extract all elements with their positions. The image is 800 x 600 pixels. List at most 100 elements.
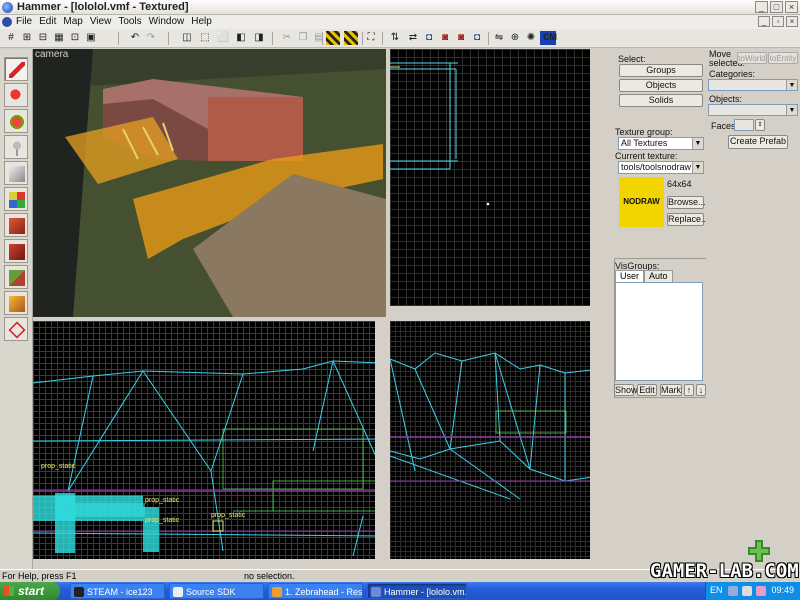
texture-group-select[interactable]: All Textures ▼ (618, 137, 704, 150)
maximize-button[interactable]: □ (770, 1, 783, 13)
objects-select[interactable]: ▼ (708, 104, 798, 116)
helpers-icon[interactable]: ⊡ (68, 31, 82, 45)
grid-3d-icon[interactable]: ▦ (52, 31, 66, 45)
taskbar: start STEAM - ice123 Source SDK 1. Zebra… (0, 582, 800, 600)
visgroup-edit-button[interactable]: Edit (637, 384, 657, 396)
visgroup-down-button[interactable]: ↓ (696, 384, 706, 396)
menu-file[interactable]: File (16, 16, 32, 27)
menu-view[interactable]: View (90, 16, 112, 27)
tray-app-icon[interactable] (756, 586, 766, 596)
faces-input[interactable] (734, 119, 754, 131)
menu-map[interactable]: Map (63, 16, 82, 27)
decal-tool[interactable] (4, 239, 28, 263)
entity-tool[interactable] (4, 135, 28, 159)
windows-logo-icon (4, 586, 14, 596)
browse-button[interactable]: Browse... (667, 196, 706, 209)
taskbar-item-source-sdk[interactable]: Source SDK (169, 583, 264, 599)
to-world-button[interactable]: toWorld (737, 52, 767, 64)
view-3d-icon[interactable]: ◘ (470, 31, 484, 45)
to-entity-button[interactable]: toEntity (768, 52, 798, 64)
clipping-tool[interactable] (4, 291, 28, 315)
toggle-groups-icon[interactable]: ⇄ (406, 31, 420, 45)
ungroup-icon[interactable]: ⬜ (216, 31, 230, 45)
redo-icon[interactable]: ↷ (144, 31, 158, 45)
select-groups-button[interactable]: Groups (619, 64, 703, 77)
cordon-mode-label[interactable]: CM (543, 32, 557, 42)
document-icon[interactable] (2, 17, 12, 27)
taskbar-item-hammer[interactable]: Hammer - [lololo.vm... (367, 583, 467, 599)
create-prefab-button[interactable]: Create Prefab (728, 135, 788, 149)
current-texture-select[interactable]: tools/toolsnodraw ▼ (618, 161, 704, 174)
title-bar[interactable]: Hammer - [lololol.vmf - Textured] _ □ × (0, 0, 800, 15)
texture-application-tool[interactable] (4, 187, 28, 211)
categories-select[interactable]: ▼ (708, 79, 798, 91)
magnify-icon (9, 88, 25, 104)
camera-viewport[interactable]: camera (33, 49, 386, 317)
select-all-icon[interactable]: ⛶ (364, 31, 378, 45)
visgroup-mark-button[interactable]: Mark (660, 384, 682, 396)
close-button[interactable]: × (785, 1, 798, 13)
hammer-icon (371, 587, 381, 597)
view-2d-y-icon[interactable]: ◙ (438, 31, 452, 45)
view-2d-x-icon[interactable]: ◘ (422, 31, 436, 45)
doc-close-button[interactable]: × (786, 16, 798, 27)
tray-network-icon[interactable] (728, 586, 738, 596)
minimize-button[interactable]: _ (755, 1, 768, 13)
menu-window[interactable]: Window (149, 16, 185, 27)
taskbar-item-media-player[interactable]: 1. Zebrahead - Rescu... (268, 583, 363, 599)
grid-icon[interactable]: # (4, 31, 18, 45)
group-icon[interactable]: ⬚ (198, 31, 212, 45)
run-map-icon[interactable]: ⊕ (508, 31, 522, 45)
hide-icon[interactable]: ◧ (234, 31, 248, 45)
copy-icon[interactable]: ❐ (296, 31, 310, 45)
magnify-tool[interactable] (4, 83, 28, 107)
entity-report-icon[interactable]: ✺ (524, 31, 538, 45)
visgroup-up-button[interactable]: ↑ (684, 384, 694, 396)
menu-tools[interactable]: Tools (118, 16, 141, 27)
front-view-wireframe (390, 352, 600, 500)
faces-spinner[interactable]: ⇕ (755, 119, 765, 131)
camera-label: camera (35, 49, 69, 60)
tray-volume-icon[interactable] (742, 586, 752, 596)
apply-texture-tool[interactable] (4, 213, 28, 237)
block-tool[interactable] (4, 161, 28, 185)
menu-help[interactable]: Help (191, 16, 212, 27)
grid-smaller-icon[interactable]: ⊞ (20, 31, 34, 45)
compile-icon[interactable]: ⇋ (492, 31, 506, 45)
doc-restore-button[interactable]: ▫ (772, 16, 784, 27)
texture-lock-icon[interactable] (326, 31, 340, 45)
visgroups-list[interactable] (615, 282, 703, 381)
menu-edit[interactable]: Edit (39, 16, 56, 27)
snap-icon[interactable]: ▣ (84, 31, 98, 45)
replace-button[interactable]: Replace... (667, 213, 709, 226)
camera-tool[interactable] (4, 109, 28, 133)
view-2d-z-icon[interactable]: ◙ (454, 31, 468, 45)
select-label: Select: (618, 54, 646, 64)
top-2d-viewport[interactable] (390, 49, 600, 306)
task-label: STEAM - ice123 (87, 587, 153, 597)
visgroup-show-button[interactable]: Show (614, 384, 638, 396)
grid-larger-icon[interactable]: ⊟ (36, 31, 50, 45)
carve-icon[interactable]: ◫ (180, 31, 194, 45)
flip-icon[interactable]: ⇅ (388, 31, 402, 45)
language-indicator[interactable]: EN (710, 585, 723, 595)
start-button[interactable]: start (0, 582, 60, 600)
unhide-icon[interactable]: ◨ (252, 31, 266, 45)
cut-icon[interactable]: ✂ (280, 31, 294, 45)
select-objects-button[interactable]: Objects (619, 79, 703, 92)
gamer-lab-logo-icon (748, 540, 770, 562)
tab-user[interactable]: User (615, 270, 645, 282)
select-solids-button[interactable]: Solids (619, 94, 703, 107)
front-2d-viewport[interactable] (390, 321, 600, 559)
entity-label: prop_static (145, 497, 180, 504)
selection-tool[interactable] (4, 57, 28, 81)
doc-minimize-button[interactable]: _ (758, 16, 770, 27)
taskbar-item-steam[interactable]: STEAM - ice123 (70, 583, 165, 599)
texture-scale-lock-icon[interactable] (344, 31, 358, 45)
vertex-tool[interactable] (4, 317, 28, 341)
overlay-tool[interactable] (4, 265, 28, 289)
paste-icon[interactable]: ▤ (312, 31, 326, 45)
side-2d-viewport[interactable]: prop_static prop_static prop_static prop… (33, 321, 383, 559)
undo-icon[interactable]: ↶ (128, 31, 142, 45)
tab-auto[interactable]: Auto (644, 270, 673, 282)
